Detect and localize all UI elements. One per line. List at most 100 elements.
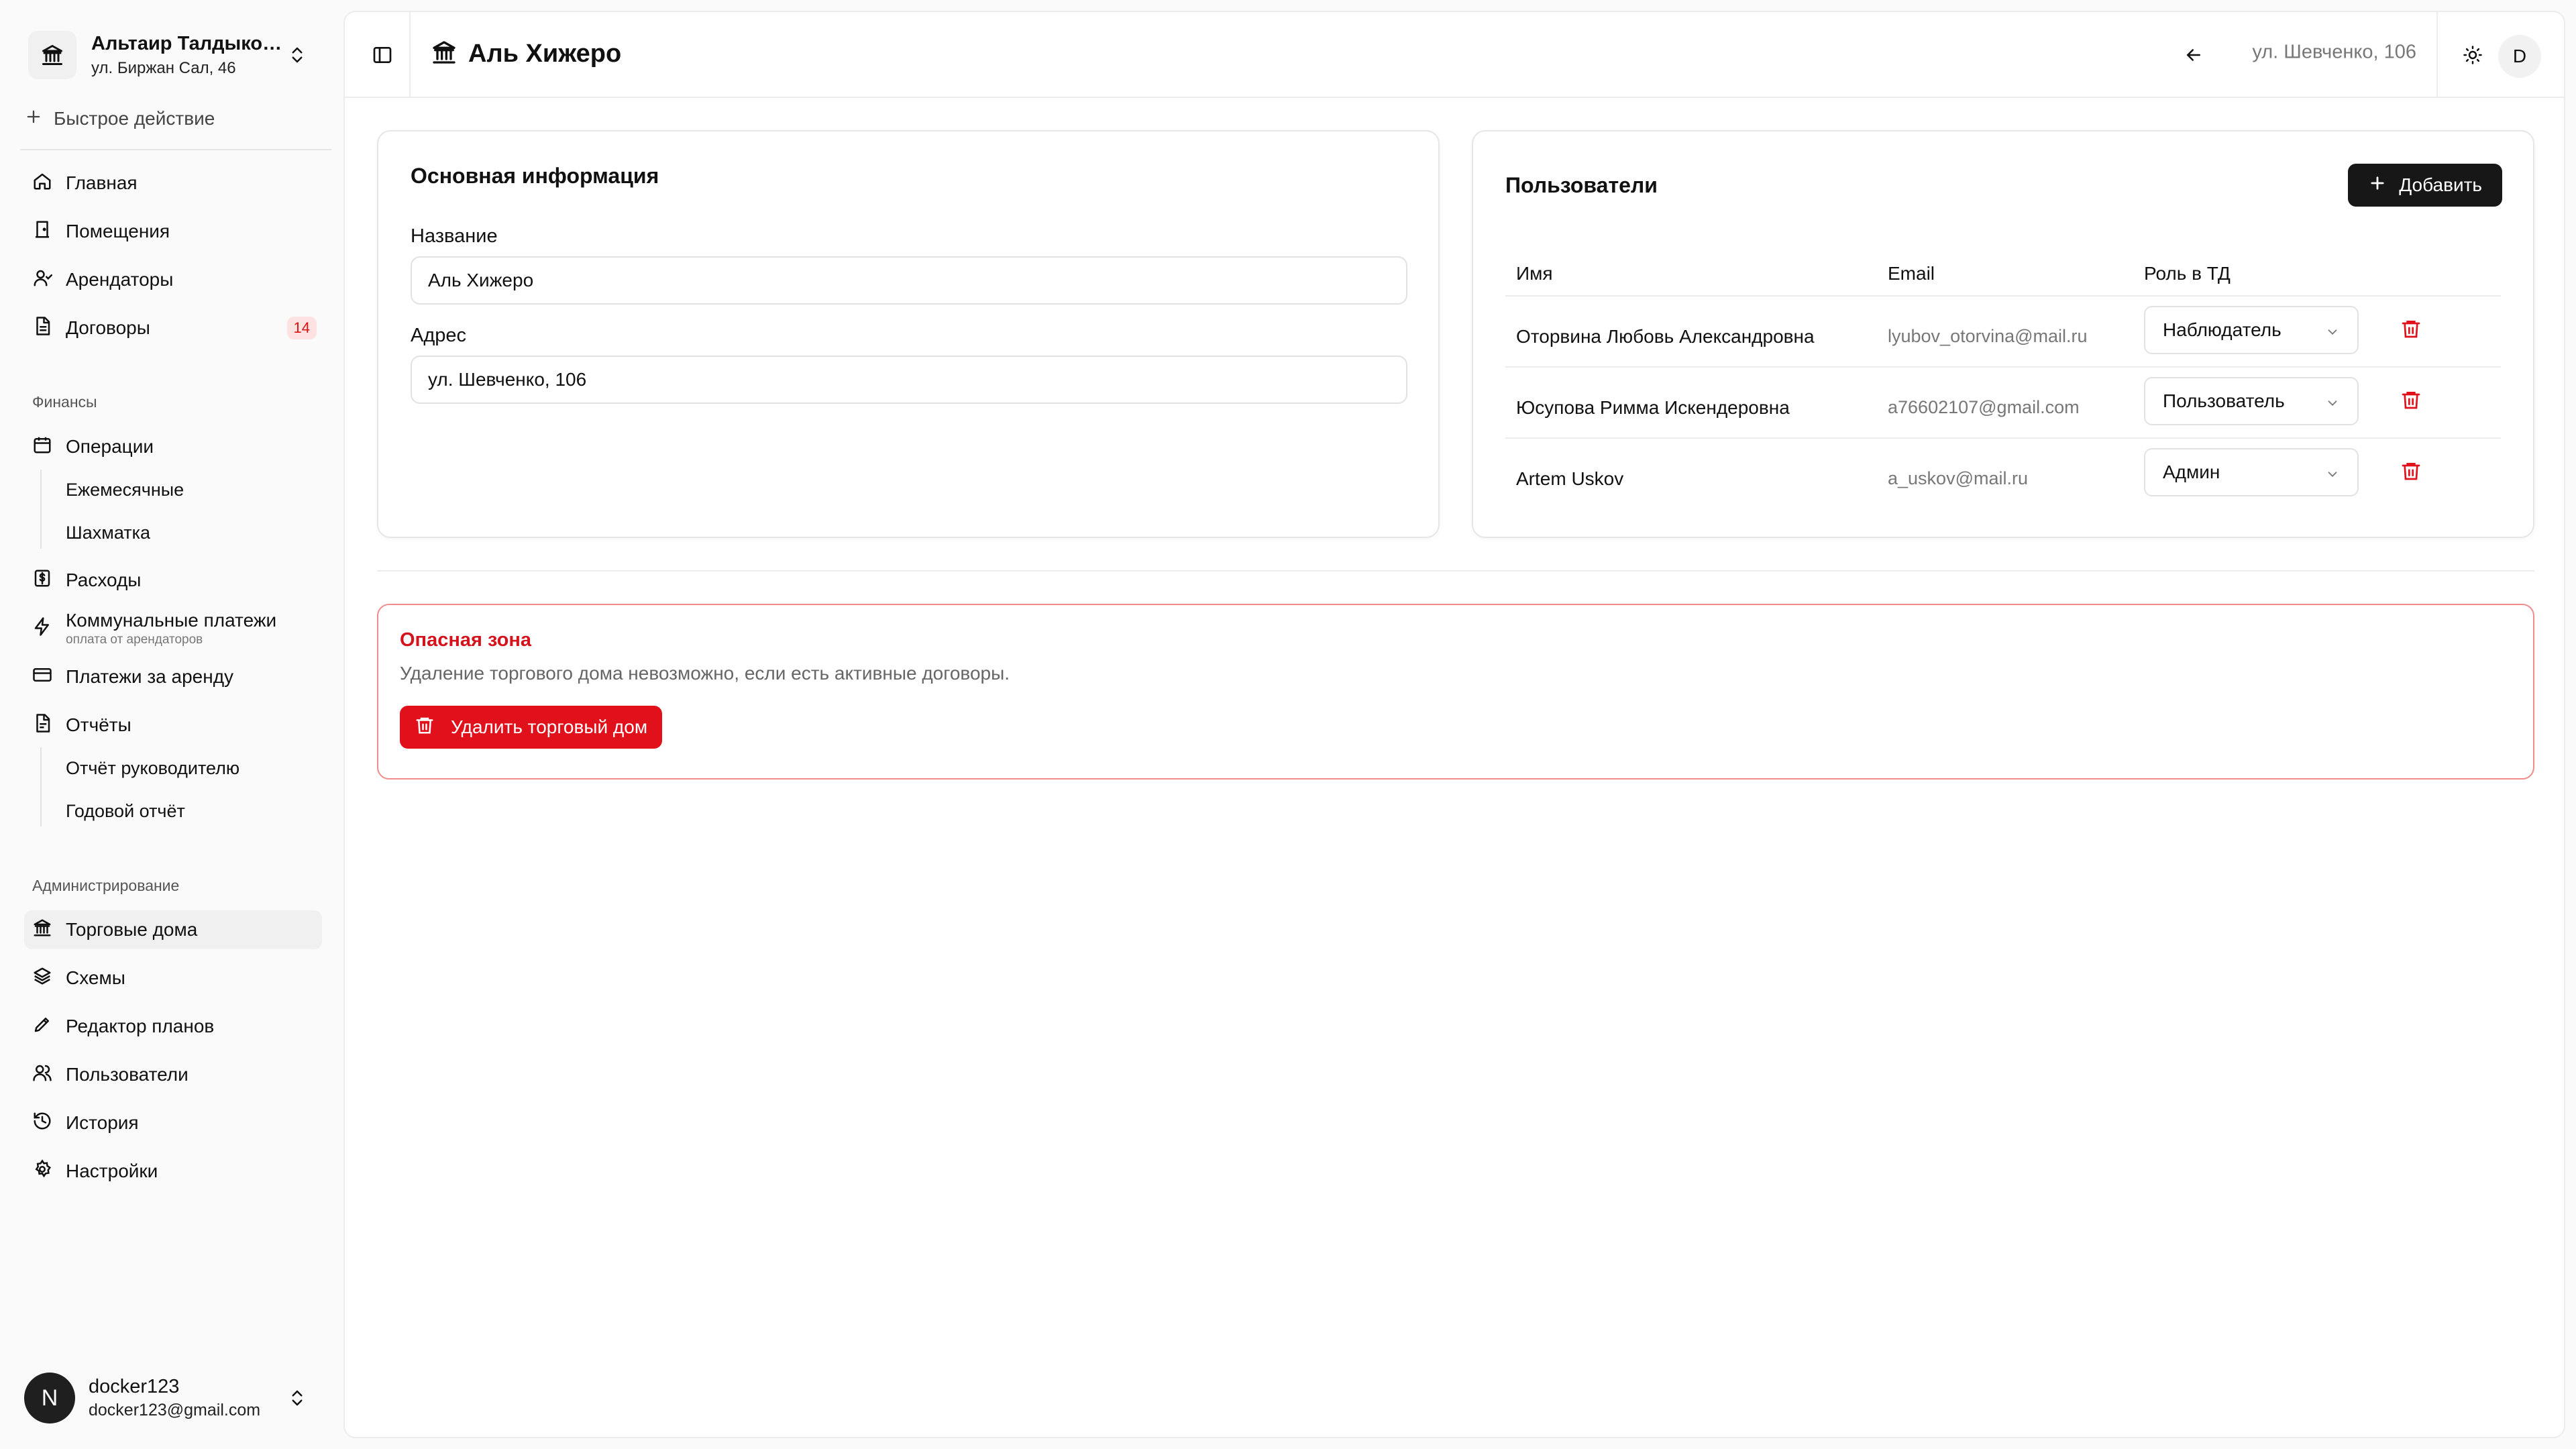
dollar-receipt-icon [24,568,66,593]
user-row-name: Artem Uskov [1516,468,1624,489]
sidebar-item-label: Платежи за аренду [66,666,234,687]
chevrons-up-down-icon [287,1386,307,1413]
arrow-left-icon [2184,45,2204,68]
sidebar-item-label: Настройки [66,1161,158,1181]
delete-user-button[interactable] [2396,386,2426,416]
sidebar: Альтаир Талдыкорган ул. Биржан Сал, 46 Б… [0,0,342,1449]
sidebar-item-rent-payments[interactable]: Платежи за аренду [24,657,322,696]
sidebar-item-contracts[interactable]: Договоры 14 [24,309,322,347]
role-value: Наблюдатель [2163,319,2282,340]
user-email: docker123@gmail.com [89,1401,261,1419]
history-icon [24,1111,66,1136]
calendar-icon [24,435,66,460]
sidebar-item-plan-editor[interactable]: Редактор планов [24,1007,322,1046]
delete-user-button[interactable] [2396,458,2426,487]
sidebar-item-utilities[interactable]: Коммунальные платежи оплата от арендатор… [24,605,322,652]
sidebar-item-label: Редактор планов [66,1016,215,1036]
app-window: Альтаир Талдыкорган ул. Биржан Сал, 46 Б… [0,0,2576,1449]
sidebar-item-label: Коммунальные платежи [66,610,277,631]
user-icon [24,268,66,292]
section-admin-title: Администрирование [32,877,180,894]
pen-icon [24,1014,66,1039]
sidebar-item-sublabel: оплата от арендаторов [66,633,203,647]
sidebar-divider [20,149,331,150]
delete-user-button[interactable] [2396,315,2426,345]
section-finance-title: Финансы [32,393,97,411]
danger-zone-card: Опасная зона Удаление торгового дома нев… [377,604,2534,780]
home-icon [24,171,66,196]
submenu-line [40,747,42,826]
layers-icon [24,966,66,991]
user-text: docker123 docker123@gmail.com [89,1376,260,1420]
sidebar-subitem-monthly[interactable]: Ежемесячные [66,473,184,506]
org-text: Альтаир Талдыкорган ул. Биржан Сал, 46 [91,33,292,78]
sidebar-item-label: Договоры [66,317,150,338]
bank-icon [431,39,468,69]
column-header-role: Роль в ТД [2144,263,2231,284]
sidebar-item-label: Главная [66,172,138,193]
address-input[interactable] [411,356,1407,404]
bank-icon [28,31,76,79]
main-info-card: Основная информация Название Адрес [377,130,1440,538]
sidebar-subitem-chess[interactable]: Шахматка [66,516,150,549]
user-row-name: Юсупова Римма Искендеровна [1516,397,1790,418]
plus-icon [24,107,54,131]
column-header-email: Email [1888,263,1935,284]
chevrons-up-down-icon [287,43,307,70]
sidebar-item-premises[interactable]: Помещения [24,212,322,251]
sidebar-item-label: Арендаторы [66,269,174,290]
role-select[interactable]: Пользователь [2144,377,2359,425]
sidebar-item-tenants[interactable]: Арендаторы [24,260,322,299]
topbar-separator [409,12,411,98]
name-input[interactable] [411,256,1407,305]
plus-icon [2368,174,2399,197]
topbar-separator [2436,12,2438,98]
sidebar-subitem-manager-report[interactable]: Отчёт руководителю [66,751,239,785]
user-menu[interactable]: N docker123 docker123@gmail.com [20,1366,322,1430]
sun-icon [2463,45,2483,68]
sidebar-item-schemes[interactable]: Схемы [24,959,322,998]
sidebar-item-history[interactable]: История [24,1104,322,1142]
theme-toggle-button[interactable] [2455,39,2490,74]
danger-zone-description: Удаление торгового дома невозможно, если… [400,663,1010,684]
user-name: docker123 [89,1376,180,1397]
role-select[interactable]: Админ [2144,448,2359,496]
sidebar-item-trade-houses[interactable]: Торговые дома [24,910,322,949]
lightning-icon [24,616,66,641]
profile-avatar[interactable]: D [2498,35,2541,78]
sidebar-item-users[interactable]: Пользователи [24,1055,322,1094]
org-address: ул. Биржан Сал, 46 [91,58,236,77]
delete-trade-house-button[interactable]: Удалить торговый дом [400,706,663,749]
panel-left-icon [372,44,393,69]
org-switcher[interactable]: Альтаир Талдыкорган ул. Биржан Сал, 46 [20,21,322,89]
role-select[interactable]: Наблюдатель [2144,306,2359,354]
report-icon [24,713,66,738]
page-title-group: Аль Хижеро [431,39,621,69]
sidebar-item-expenses[interactable]: Расходы [24,561,322,600]
users-title: Пользователи [1505,173,1658,197]
sidebar-item-label: Помещения [66,221,170,241]
sidebar-item-label: Схемы [66,967,125,988]
contracts-count-badge: 14 [286,317,317,339]
quick-action-button[interactable]: Быстрое действие [24,102,215,136]
submenu-line [40,470,42,549]
main-info-title: Основная информация [411,164,659,188]
sidebar-item-reports[interactable]: Отчёты [24,706,322,745]
sidebar-subitem-annual-report[interactable]: Годовой отчёт [66,794,185,828]
quick-action-label: Быстрое действие [54,108,215,129]
topbar: Аль Хижеро ул. Шевченко, 106 D [345,12,2564,98]
danger-zone-title: Опасная зона [400,629,532,651]
trash-icon [2400,318,2422,343]
sidebar-toggle-button[interactable] [365,39,400,74]
name-label: Название [411,225,498,247]
sidebar-item-operations[interactable]: Операции [24,427,322,466]
add-user-button[interactable]: Добавить [2348,164,2502,207]
user-row-name: Оторвина Любовь Александровна [1516,326,1815,347]
delete-trade-house-label: Удалить торговый дом [451,716,648,737]
users-card: Пользователи Добавить Имя Email Роль в Т… [1472,130,2534,538]
utilities-label-group: Коммунальные платежи оплата от арендатор… [66,610,276,647]
sidebar-item-home[interactable]: Главная [24,164,322,203]
column-header-name: Имя [1516,263,1553,284]
sidebar-item-settings[interactable]: Настройки [24,1152,322,1191]
back-button[interactable] [2178,40,2210,72]
